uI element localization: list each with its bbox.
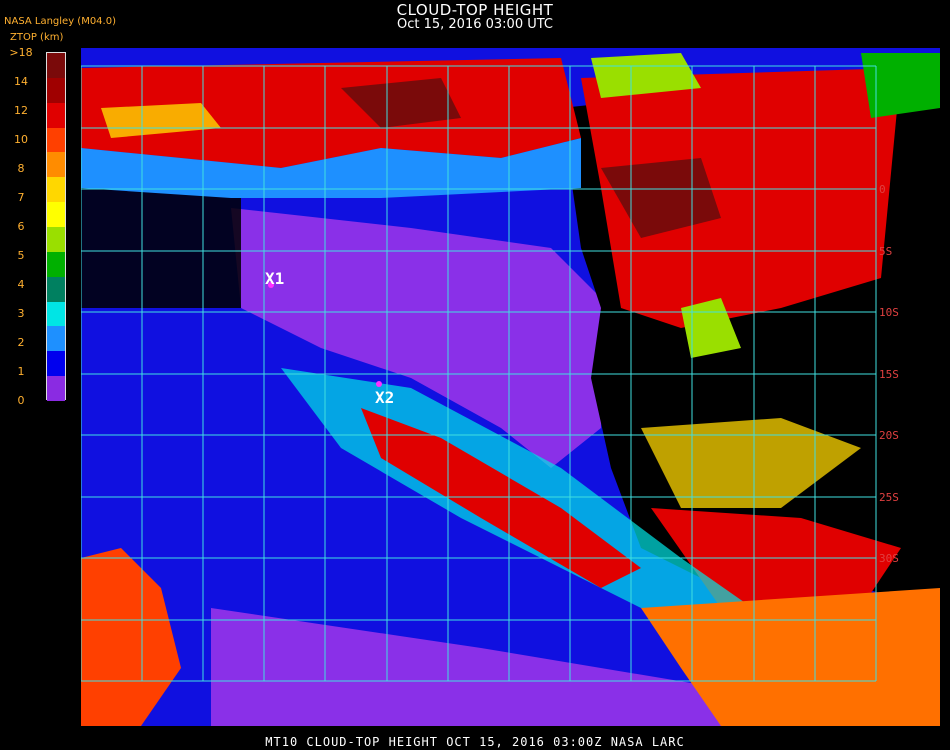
marker-x2-dot <box>376 381 382 387</box>
units-label: ZTOP (km) <box>10 32 64 43</box>
green-edge-clouds-east <box>861 53 940 118</box>
legend-swatch <box>47 326 65 352</box>
legend-swatch <box>47 127 65 153</box>
legend-tick-label: 1 <box>17 365 25 378</box>
legend-tick-label: 12 <box>14 104 28 117</box>
marker-x1: X1 <box>265 269 284 288</box>
latitude-label: 15S <box>879 368 899 381</box>
color-legend <box>46 52 66 402</box>
latitude-label: 20S <box>879 429 899 442</box>
map-timestamp: Oct 15, 2016 03:00 UTC <box>397 17 553 32</box>
latitude-label: 30S <box>879 552 899 565</box>
source-label: NASA Langley (M04.0) <box>4 16 116 27</box>
legend-tick-label: 5 <box>17 249 25 262</box>
legend-swatch <box>47 102 65 129</box>
legend-swatch <box>47 202 65 228</box>
legend-swatch <box>47 301 65 327</box>
cloud-top-map: 0 5S 10S 15S 20S 25S 30S X1 X2 <box>81 48 940 726</box>
latitude-label: 5S <box>879 245 892 258</box>
legend-tick-label: 14 <box>14 75 28 88</box>
legend-swatch <box>47 376 65 402</box>
legend-swatch <box>47 177 65 203</box>
legend-swatch <box>47 77 65 104</box>
legend-swatch <box>47 351 65 377</box>
marker-x1-label: X1 <box>265 269 284 288</box>
legend-swatch <box>47 251 65 278</box>
legend-tick-label: 10 <box>14 133 28 146</box>
marker-x2-label: X2 <box>375 388 394 407</box>
footer-caption: MT10 CLOUD-TOP HEIGHT OCT 15, 2016 03:00… <box>265 735 685 749</box>
legend-swatch <box>47 53 65 79</box>
legend-tick-label: 8 <box>17 162 25 175</box>
legend-tick-label: 6 <box>17 220 25 233</box>
latitude-label: 25S <box>879 491 899 504</box>
legend-swatch <box>47 152 65 178</box>
latitude-label: 10S <box>879 306 899 319</box>
black-clear-patch <box>81 188 241 308</box>
legend-tick-label: 2 <box>17 336 25 349</box>
legend-tick-label: 0 <box>17 394 25 407</box>
legend-tick-label: 4 <box>17 278 25 291</box>
legend-tick-label: 3 <box>17 307 25 320</box>
latitude-label: 0 <box>879 183 886 196</box>
legend-swatch <box>47 227 65 253</box>
legend-tick-label: 7 <box>17 191 25 204</box>
legend-tick-label: >18 <box>9 46 33 59</box>
legend-swatch <box>47 276 65 303</box>
